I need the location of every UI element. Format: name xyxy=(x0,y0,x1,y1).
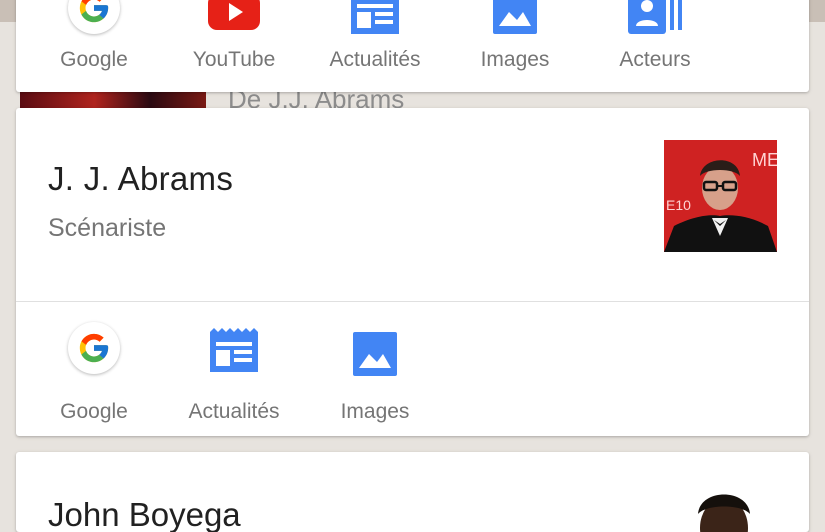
image-icon xyxy=(493,0,537,34)
google-icon xyxy=(68,0,120,34)
news-icon xyxy=(210,328,258,372)
action-actors[interactable]: Acteurs xyxy=(585,0,725,92)
next-person-name[interactable]: John Boyega xyxy=(48,496,241,532)
action-images[interactable]: Images xyxy=(445,0,585,92)
person-card[interactable]: J. J. Abrams Scénariste ME E10 Google Ac… xyxy=(16,108,809,436)
person-role: Scénariste xyxy=(48,214,167,242)
movie-thumbnail xyxy=(20,92,206,108)
movie-actions-card: Google YouTube Actualités Images Acteurs xyxy=(16,0,809,92)
news-icon xyxy=(351,0,399,34)
google-icon xyxy=(68,322,120,374)
svg-text:ME: ME xyxy=(752,150,777,170)
action-google[interactable]: Google xyxy=(24,302,164,436)
person-photo[interactable]: ME E10 xyxy=(664,140,777,252)
next-person-card[interactable]: John Boyega xyxy=(16,452,809,532)
person-name[interactable]: J. J. Abrams xyxy=(48,160,233,198)
svg-text:E10: E10 xyxy=(666,197,691,213)
actors-icon xyxy=(628,0,682,34)
next-person-photo[interactable] xyxy=(664,484,777,532)
action-news[interactable]: Actualités xyxy=(164,302,304,436)
action-google[interactable]: Google xyxy=(24,0,164,92)
image-icon xyxy=(353,332,397,376)
action-news[interactable]: Actualités xyxy=(305,0,445,92)
action-images[interactable]: Images xyxy=(305,302,445,436)
youtube-icon xyxy=(208,0,260,30)
action-youtube[interactable]: YouTube xyxy=(164,0,304,92)
